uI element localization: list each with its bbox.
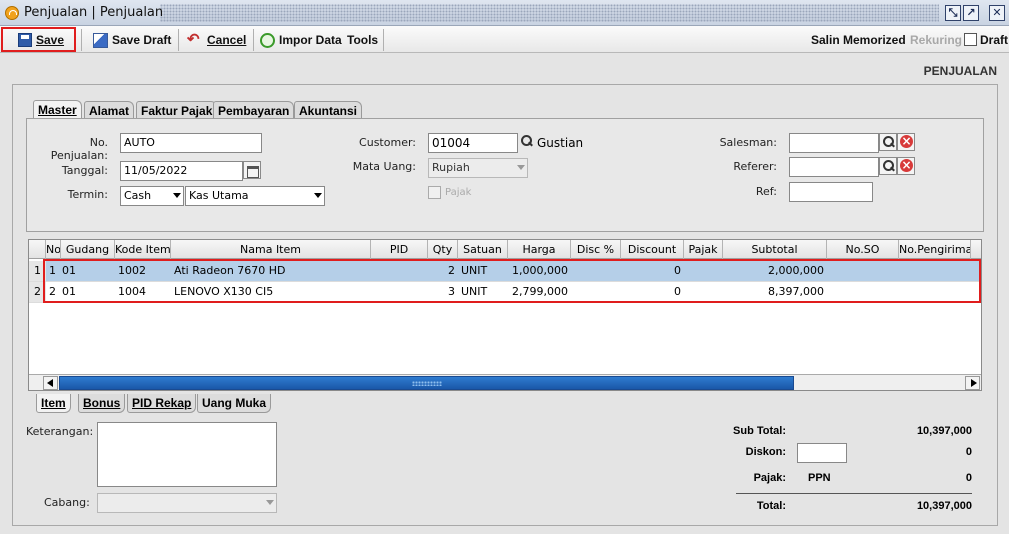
scroll-left-icon[interactable] [43,376,58,390]
draft-label: Draft [980,33,1009,47]
save-highlight-box [1,27,76,52]
scroll-right-icon[interactable] [965,376,980,390]
total-value: 10,397,000 [916,500,972,512]
tab-bonus[interactable]: Bonus [78,394,126,413]
save-draft-icon [93,32,108,48]
search-icon[interactable] [879,157,897,175]
chevron-down-icon [266,500,274,505]
horizontal-scrollbar[interactable] [29,374,981,390]
mata-uang-select: Rupiah [428,158,528,178]
no-penjualan-field[interactable]: AUTO [120,133,262,153]
page-title: PENJUALAN [923,64,997,78]
pajak-value: 0 [965,472,972,484]
pajak-label: Pajak: [753,472,786,484]
tools-button[interactable]: Tools [347,30,378,50]
chevron-down-icon [314,193,322,198]
customer-label: Customer: [359,136,416,149]
tab-pid-rekap[interactable]: PID Rekap [127,394,197,413]
toolbar-separator [81,29,82,51]
search-icon[interactable] [518,133,536,151]
col-header-pajak[interactable]: Pajak [684,240,723,259]
col-header-kode-item[interactable]: Kode Item [115,240,171,259]
diskon-value: 0 [965,446,972,458]
diskon-label: Diskon: [745,446,786,458]
rows-highlight-box [43,259,981,303]
col-header-discount[interactable]: Discount [621,240,684,259]
total-divider [736,493,972,494]
toolbar-separator [383,29,384,51]
diskon-field[interactable] [797,443,847,463]
save-draft-button[interactable]: Save Draft [93,30,171,50]
col-header-subtotal[interactable]: Subtotal [723,240,827,259]
tab-item[interactable]: Item [36,394,71,413]
chevron-down-icon [517,165,525,170]
search-icon[interactable] [879,133,897,151]
pajak-checkbox-label: Pajak [445,187,472,198]
app-icon [5,6,19,20]
draft-checkbox[interactable] [964,33,977,46]
scroll-thumb[interactable] [59,376,794,390]
salesman-label: Salesman: [719,136,777,149]
ref-field[interactable] [789,182,873,202]
chevron-down-icon [173,193,181,198]
grid-corner [29,240,46,259]
popout-icon[interactable]: ↗ [963,5,979,21]
title-bar-pattern [160,4,939,22]
rekuring-button: Rekuring [910,33,963,47]
total-label: Total: [756,500,786,512]
toolbar: Save Save Draft ↶ Cancel Impor Data Tool… [0,26,1009,53]
referer-label: Referer: [733,160,777,173]
keterangan-textarea[interactable] [97,422,277,487]
import-icon [260,32,275,48]
cancel-button[interactable]: ↶ Cancel [187,30,246,50]
toolbar-separator [178,29,179,51]
toolbar-separator [253,29,254,51]
col-header-no-pengiriman[interactable]: No.Pengiriman [899,240,971,259]
cabang-label: Cabang: [44,496,90,509]
salin-memorized-button[interactable]: Salin Memorized [811,30,906,50]
ref-label: Ref: [755,185,777,198]
referer-field[interactable] [789,157,879,177]
salesman-field[interactable] [789,133,879,153]
impor-data-button[interactable]: Impor Data [260,30,342,50]
keterangan-label: Keterangan: [26,425,94,438]
termin-label: Termin: [67,188,108,201]
customer-code-field[interactable]: 01004 [428,133,518,153]
undo-arrow-icon: ↶ [187,31,200,48]
col-header-gudang[interactable]: Gudang [61,240,115,259]
tanggal-field[interactable]: 11/05/2022 [120,161,243,181]
col-header-pid[interactable]: PID [371,240,428,259]
col-header-satuan[interactable]: Satuan [458,240,508,259]
grid-header: No Gudang Kode Item Nama Item PID Qty Sa… [29,240,981,259]
kas-select[interactable]: Kas Utama [185,186,325,206]
pajak-checkbox [428,186,441,199]
col-header-no-so[interactable]: No.SO [827,240,899,259]
col-header-disc[interactable]: Disc % [571,240,621,259]
col-header-qty[interactable]: Qty [428,240,458,259]
clear-icon[interactable] [897,133,915,151]
customer-name: Gustian [537,136,584,150]
col-header-harga[interactable]: Harga [508,240,571,259]
cabang-select [97,493,277,513]
title-bar: Penjualan | Penjualan ⤡ ↗ ✕ [0,0,1009,26]
pajak-type: PPN [808,472,831,484]
calendar-icon[interactable] [243,161,261,179]
sub-total-label: Sub Total: [733,425,786,437]
restore-icon[interactable]: ⤡ [945,5,961,21]
no-penjualan-label: No. Penjualan: [50,136,108,162]
col-header-no[interactable]: No [46,240,61,259]
mata-uang-label: Mata Uang: [352,160,416,173]
col-header-nama-item[interactable]: Nama Item [171,240,371,259]
window-title: Penjualan | Penjualan [24,5,164,20]
sub-total-value: 10,397,000 [916,425,972,437]
termin-select[interactable]: Cash [120,186,184,206]
tab-uang-muka[interactable]: Uang Muka [197,394,272,413]
clear-icon[interactable] [897,157,915,175]
close-icon[interactable]: ✕ [989,5,1005,21]
tanggal-label: Tanggal: [61,164,108,177]
